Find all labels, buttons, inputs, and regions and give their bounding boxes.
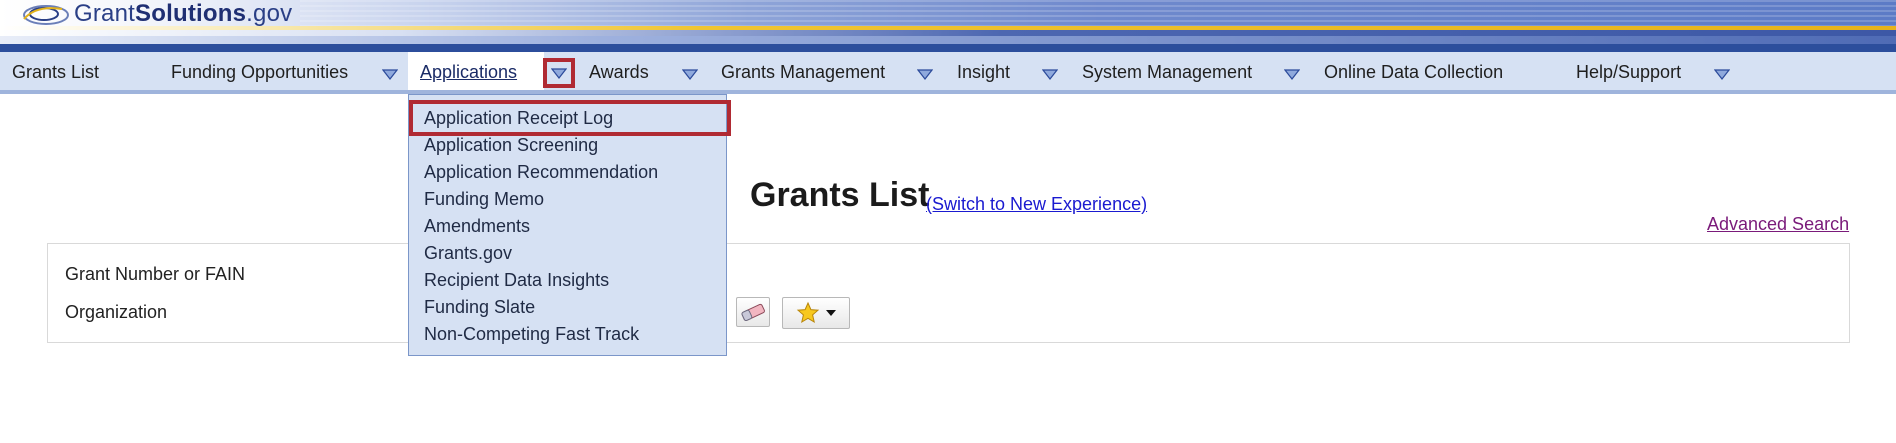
- nav-help-support-caret[interactable]: [1712, 65, 1732, 83]
- triangle-down-icon: [917, 68, 933, 80]
- nav-grants-management[interactable]: Grants Management: [721, 52, 885, 90]
- nav-funding-opportunities[interactable]: Funding Opportunities: [171, 52, 348, 90]
- nav-applications-caret[interactable]: [543, 58, 575, 88]
- nav-grants-management-caret[interactable]: [915, 65, 935, 83]
- logo-swoosh-icon: [23, 5, 69, 25]
- nav-funding-opportunities-caret[interactable]: [380, 65, 400, 83]
- banner-stripe: [0, 36, 1896, 44]
- logo-text: GrantSolutions.gov: [74, 0, 293, 27]
- applications-dropdown-menu: Application Receipt Log Application Scre…: [408, 94, 731, 356]
- nav-awards-caret[interactable]: [680, 65, 700, 83]
- switch-experience-link[interactable]: (Switch to New Experience): [926, 194, 1147, 215]
- nav-help-support[interactable]: Help/Support: [1576, 52, 1681, 90]
- menu-item-amendments[interactable]: Amendments: [424, 216, 530, 237]
- header-banner: GrantSolutions.gov: [0, 0, 1896, 52]
- nav-applications[interactable]: Applications: [408, 52, 544, 90]
- clear-button[interactable]: [736, 297, 770, 327]
- main-nav: Grants List Funding Opportunities Applic…: [0, 52, 1896, 94]
- menu-item-funding-memo[interactable]: Funding Memo: [424, 189, 544, 210]
- nav-awards[interactable]: Awards: [589, 52, 649, 90]
- nav-insight[interactable]: Insight: [957, 52, 1010, 90]
- menu-item-funding-slate[interactable]: Funding Slate: [424, 297, 535, 318]
- favorites-dropdown-button[interactable]: [782, 297, 850, 329]
- banner-stripe: [0, 44, 1896, 52]
- advanced-search-link[interactable]: Advanced Search: [1707, 214, 1849, 235]
- banner-texture: [300, 0, 1896, 26]
- chevron-down-icon: [826, 310, 836, 316]
- triangle-down-icon: [682, 68, 698, 80]
- nav-system-management-caret[interactable]: [1282, 65, 1302, 83]
- star-icon: [796, 301, 820, 324]
- triangle-down-icon: [1714, 68, 1730, 80]
- grantsolutions-logo[interactable]: GrantSolutions.gov: [18, 0, 293, 27]
- menu-item-application-recommendation[interactable]: Application Recommendation: [424, 162, 658, 183]
- menu-item-application-screening[interactable]: Application Screening: [424, 135, 598, 156]
- grant-number-label: Grant Number or FAIN: [65, 264, 246, 284]
- organization-label: Organization: [65, 302, 168, 322]
- search-panel: [47, 243, 1850, 343]
- menu-item-application-receipt-log[interactable]: Application Receipt Log: [424, 108, 613, 129]
- triangle-down-icon: [1042, 68, 1058, 80]
- nav-online-data-collection[interactable]: Online Data Collection: [1324, 52, 1503, 90]
- menu-item-non-competing-fast-track[interactable]: Non-Competing Fast Track: [424, 324, 639, 345]
- menu-item-recipient-data-insights[interactable]: Recipient Data Insights: [424, 270, 609, 291]
- triangle-down-icon: [1284, 68, 1300, 80]
- nav-system-management[interactable]: System Management: [1082, 52, 1252, 90]
- page-title: Grants List: [750, 176, 930, 214]
- nav-grants-list[interactable]: Grants List: [12, 52, 99, 90]
- nav-insight-caret[interactable]: [1040, 65, 1060, 83]
- triangle-down-icon: [551, 67, 567, 79]
- menu-item-grants-gov[interactable]: Grants.gov: [424, 243, 512, 264]
- eraser-icon: [741, 303, 765, 322]
- triangle-down-icon: [382, 68, 398, 80]
